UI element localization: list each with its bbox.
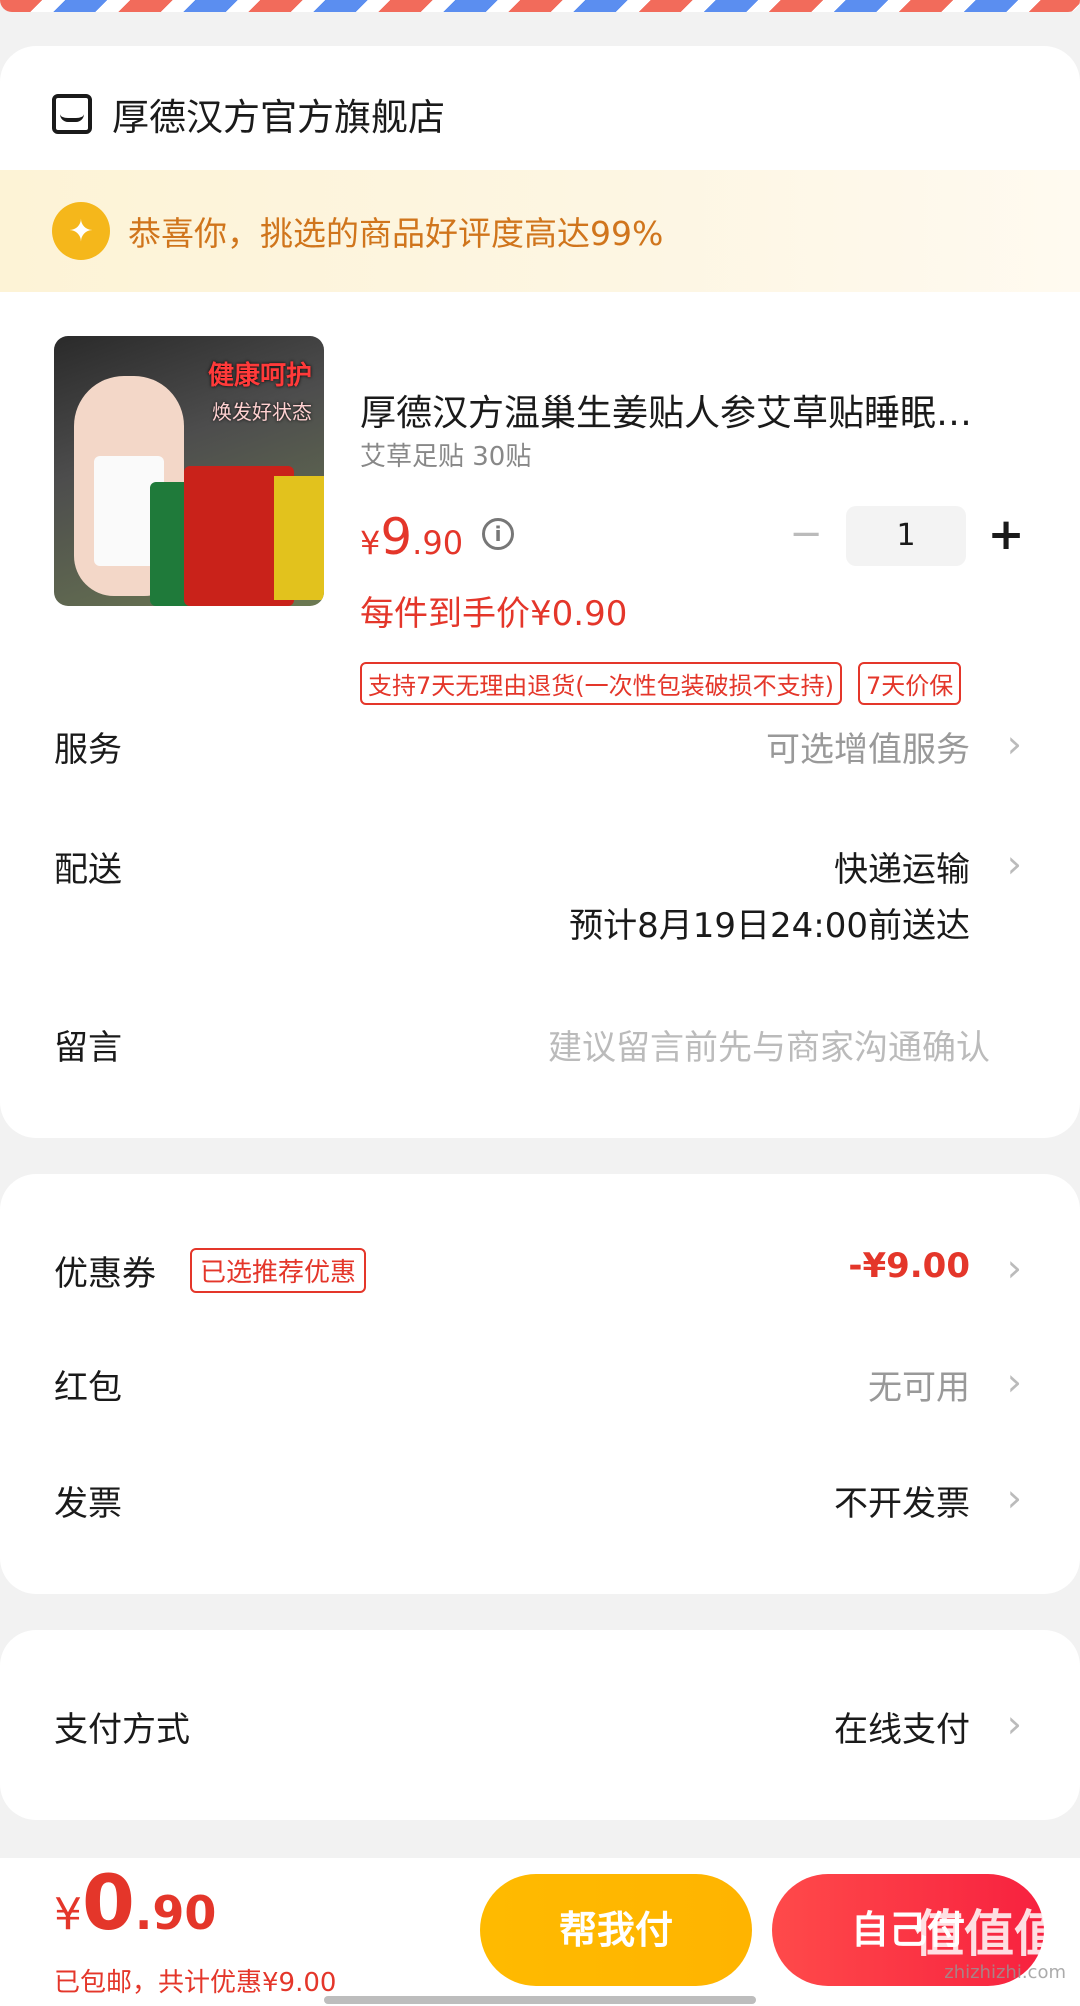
product-image-headline: 健康呵护 (207, 361, 312, 391)
delivery-eta: 预计8月19日24:00前送达 (569, 906, 970, 946)
service-value[interactable]: 可选增值服务 (766, 722, 970, 771)
redpacket-label: 红包 (54, 1368, 122, 1408)
product-title[interactable]: 厚德汉方温巢生姜贴人参艾草贴睡眠… (360, 384, 1030, 436)
price-integer: 9 (380, 508, 413, 566)
service-tags: 支持7天无理由退货(一次性包装破损不支持) 7天价保 (360, 662, 977, 705)
invoice-value[interactable]: 不开发票 (834, 1476, 970, 1525)
order-card: 厚德汉方官方旗舰店 ✦ 恭喜你，挑选的商品好评度高达99% 健康呵护 焕发好状态… (0, 46, 1080, 1138)
coupon-tag: 已选推荐优惠 (190, 1248, 367, 1293)
discount-card: 优惠券 已选推荐优惠 -¥9.00 › 红包 无可用 › 发票 不开发票 › (0, 1174, 1080, 1594)
payment-card: 支付方式 在线支付 › (0, 1630, 1080, 1820)
coupon-value[interactable]: -¥9.00 (848, 1246, 970, 1286)
total-currency: ¥ (54, 1889, 82, 1940)
redpacket-chevron-icon[interactable]: › (1007, 1360, 1022, 1404)
product-sku[interactable]: 艾草足贴 30贴 (360, 436, 531, 473)
total-decimal: .90 (134, 1886, 217, 1940)
info-icon[interactable]: i (482, 518, 514, 550)
watermark-logo: 值值值 (914, 1905, 1064, 1963)
watermark-url: zhizhizhi.com (944, 1962, 1066, 1983)
note-label: 留言 (54, 1028, 122, 1068)
service-label: 服务 (54, 730, 122, 770)
pay-for-me-button[interactable]: 帮我付 (480, 1874, 752, 1986)
note-input[interactable]: 建议留言前先与商家沟通确认 (548, 1020, 990, 1069)
product-image-subline: 焕发好状态 (212, 400, 312, 424)
service-chevron-icon[interactable]: › (1007, 722, 1022, 766)
coupon-chevron-icon[interactable]: › (1007, 1246, 1022, 1290)
unit-price: 每件到手价¥0.90 (360, 594, 628, 634)
payment-value[interactable]: 在线支付 (834, 1702, 970, 1751)
payment-label: 支付方式 (54, 1710, 190, 1750)
price-protection-tag: 7天价保 (858, 662, 962, 705)
total-subtitle: 已包邮，共计优惠¥9.00 (54, 1968, 337, 1998)
total-integer: 0 (82, 1858, 135, 1947)
airmail-border (0, 0, 1080, 12)
price-currency: ¥ (360, 524, 381, 562)
store-header[interactable]: 厚德汉方官方旗舰店 (52, 86, 445, 142)
payment-chevron-icon[interactable]: › (1007, 1702, 1022, 1746)
thumbs-up-icon: ✦ (52, 202, 110, 260)
store-name[interactable]: 厚德汉方官方旗舰店 (112, 87, 445, 141)
delivery-chevron-icon[interactable]: › (1007, 842, 1022, 886)
home-indicator[interactable] (324, 1996, 756, 2004)
product-image-pack-yellow (274, 476, 324, 600)
return-policy-tag: 支持7天无理由退货(一次性包装破损不支持) (360, 662, 842, 705)
invoice-label: 发票 (54, 1484, 122, 1524)
total-price: ¥ 0 .90 (54, 1858, 216, 1947)
checkout-bar: ¥ 0 .90 已包邮，共计优惠¥9.00 帮我付 自己付 值值值 zhizhi… (0, 1858, 1080, 2006)
price-decimal: .90 (412, 524, 464, 562)
delivery-value[interactable]: 快递运输 (834, 842, 970, 891)
delivery-label: 配送 (54, 850, 122, 890)
quantity-input[interactable]: 1 (846, 506, 966, 566)
store-icon (52, 94, 92, 134)
product-image[interactable]: 健康呵护 焕发好状态 (54, 336, 324, 606)
quantity-increase-button[interactable]: + (984, 512, 1028, 562)
product-price: ¥ 9 .90 (360, 508, 463, 566)
praise-text: 恭喜你，挑选的商品好评度高达99% (128, 214, 664, 253)
praise-banner: ✦ 恭喜你，挑选的商品好评度高达99% (0, 170, 1080, 292)
quantity-decrease-button[interactable]: − (788, 514, 824, 556)
invoice-chevron-icon[interactable]: › (1007, 1476, 1022, 1520)
redpacket-value[interactable]: 无可用 (868, 1360, 970, 1409)
coupon-label: 优惠券 (54, 1254, 156, 1294)
